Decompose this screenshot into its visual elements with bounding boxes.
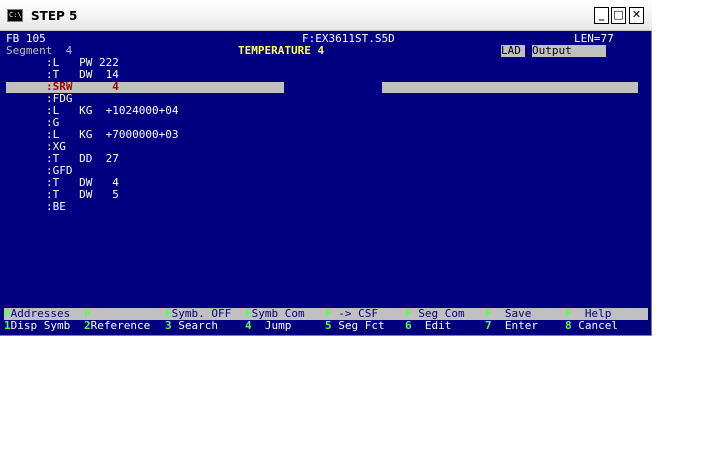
fkey-number: 6 <box>405 319 412 332</box>
fkey-label: Reference <box>90 319 151 332</box>
fkey-edit[interactable]: 6 Edit <box>405 320 451 332</box>
code-line[interactable]: :BE <box>46 201 66 213</box>
fkey-label: Cancel <box>571 319 618 332</box>
length-indicator: LEN=77 <box>574 32 614 45</box>
fkey-disp-symb[interactable]: 1Disp Symb <box>4 320 70 332</box>
lad-mode[interactable]: LAD <box>501 45 525 57</box>
minimize-button[interactable]: _ <box>594 7 609 24</box>
terminal-screen[interactable]: FB 105 F:EX3611ST.S5D LEN=77 Segment 4 T… <box>4 31 648 334</box>
fkey-cancel[interactable]: 8 Cancel <box>565 320 618 332</box>
fkey-jump[interactable]: 4 Jump <box>245 320 291 332</box>
close-button[interactable]: ✕ <box>629 7 644 24</box>
fkey-label: Edit <box>411 319 452 332</box>
step5-window: C:\ STEP 5 _ □ ✕ FB 105 F:EX3611ST.S5D L… <box>0 0 652 336</box>
fkey-label: Seg Fct <box>331 319 385 332</box>
fkey-number: 8 <box>565 319 572 332</box>
code-line[interactable]: :L KG +1024000+04 <box>46 105 178 117</box>
fkey-number: 4 <box>245 319 252 332</box>
segment-title: TEMPERATURE 4 <box>238 44 325 57</box>
output-field[interactable]: Output <box>532 45 606 57</box>
console-icon: C:\ <box>7 9 23 22</box>
fkey-number: 7 <box>485 319 492 332</box>
fkey-label: Disp Symb <box>10 319 71 332</box>
fkey-number: 5 <box>325 319 332 332</box>
function-key-bar-bottom: 1Disp Symb 2Reference 3 Search 4 Jump 5 … <box>4 320 648 332</box>
fkey-label: Enter <box>491 319 538 332</box>
window-title: STEP 5 <box>31 9 78 23</box>
fkey-number: 3 <box>165 319 172 332</box>
fkey-seg-fct[interactable]: 5 Seg Fct <box>325 320 385 332</box>
fkey-number: 2 <box>84 319 91 332</box>
fkey-label: Search <box>171 319 218 332</box>
fkey-number: 1 <box>4 319 11 332</box>
fkey-enter[interactable]: 7 Enter <box>485 320 538 332</box>
fkey-reference[interactable]: 2Reference <box>84 320 150 332</box>
cursor-bar-right <box>382 82 638 93</box>
title-bar[interactable]: C:\ STEP 5 _ □ ✕ <box>0 0 652 31</box>
fkey-label: Jump <box>251 319 292 332</box>
fkey-search[interactable]: 3 Search <box>165 320 218 332</box>
maximize-button[interactable]: □ <box>611 7 626 24</box>
